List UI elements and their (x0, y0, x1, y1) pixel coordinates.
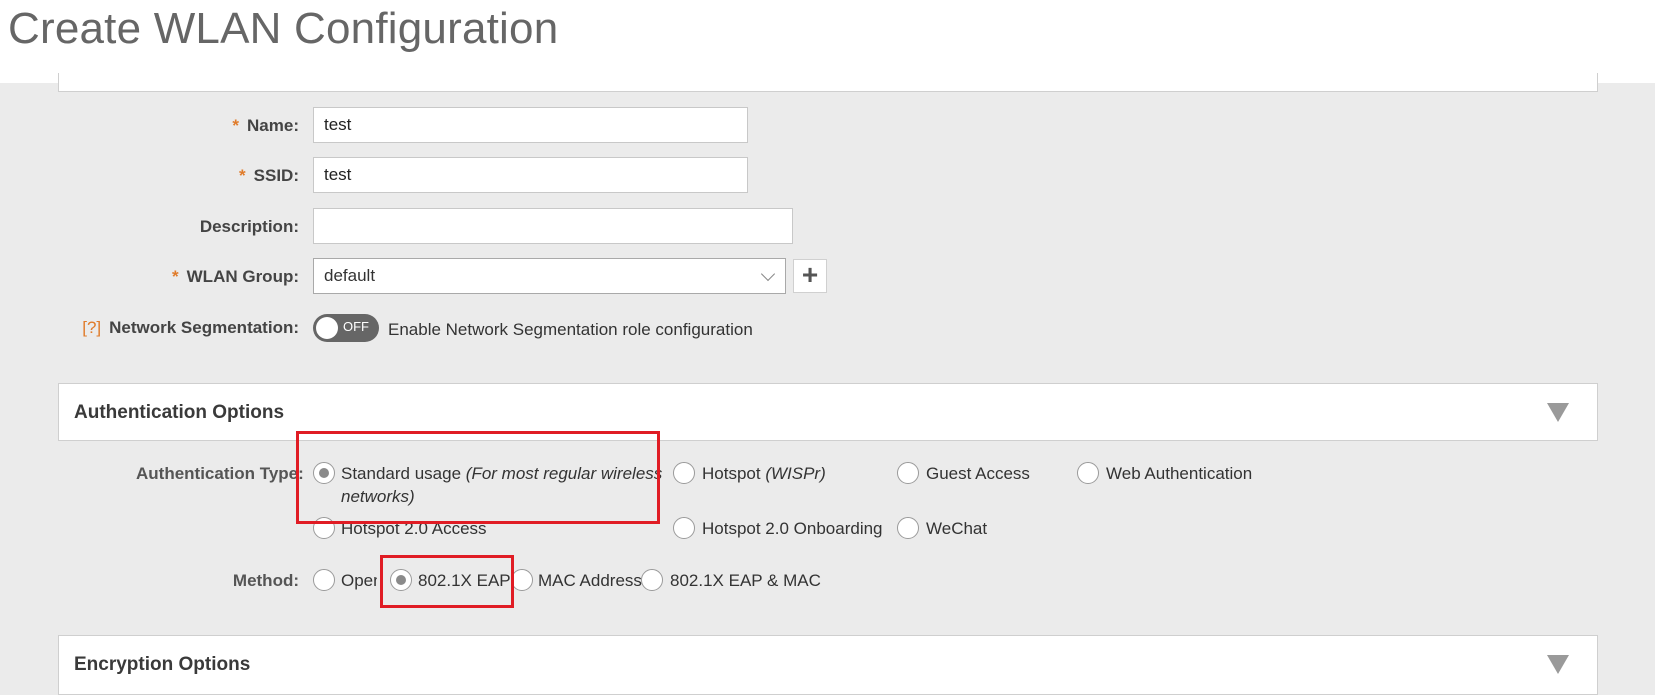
top-panel (58, 73, 1598, 92)
toggle-state: OFF (343, 319, 369, 334)
wlan-group-select[interactable]: default (313, 258, 786, 294)
radio-wechat[interactable] (897, 517, 919, 539)
required-mark: * (172, 267, 179, 286)
description-label: Description: (199, 217, 299, 236)
collapse-arrow-icon[interactable] (1547, 655, 1569, 674)
radio-label-method-8021x-eap-mac: 802.1X EAP & MAC (670, 571, 821, 590)
radio-hotspot[interactable] (673, 462, 695, 484)
radio-label-guest-access: Guest Access (926, 464, 1030, 483)
radio-hotspot-2-onboarding[interactable] (673, 517, 695, 539)
radio-method-open[interactable] (313, 569, 335, 591)
radio-label-hotspot: Hotspot (WISPr) (702, 464, 826, 483)
page-title: Create WLAN Configuration (8, 4, 559, 53)
radio-method-8021x-eap-mac[interactable] (641, 569, 663, 591)
radio-label-web-authentication: Web Authentication (1106, 464, 1253, 483)
radio-web-authentication[interactable] (1077, 462, 1099, 484)
radio-label-method-mac-address: MAC Address (538, 571, 642, 590)
encryption-options-section[interactable]: Encryption Options (58, 635, 1598, 695)
radio-label-hotspot-2-onboarding: Hotspot 2.0 Onboarding (702, 519, 883, 538)
description-input[interactable] (313, 208, 793, 244)
wlan-group-value: default (324, 266, 376, 285)
authentication-options-section[interactable]: Authentication Options (58, 383, 1598, 441)
ssid-label: * SSID: (239, 166, 299, 185)
section-title: Authentication Options (74, 402, 285, 423)
highlight-8021x-eap (380, 555, 514, 608)
radio-guest-access[interactable] (897, 462, 919, 484)
collapse-arrow-icon[interactable] (1547, 403, 1569, 422)
authentication-type-label: Authentication Type: (136, 464, 304, 483)
wlan-group-label: * WLAN Group: (172, 267, 299, 286)
chevron-down-icon (760, 266, 776, 282)
network-segmentation-label: [?] Network Segmentation: (82, 318, 299, 337)
radio-label-method-open: Open (341, 571, 377, 590)
name-input[interactable] (313, 107, 748, 143)
radio-label-wechat: WeChat (926, 519, 988, 538)
add-wlan-group-button[interactable]: + (793, 259, 827, 293)
radio-method-mac-address[interactable] (511, 569, 533, 591)
network-segmentation-toggle[interactable]: OFF (313, 314, 379, 342)
highlight-standard-usage (296, 431, 660, 524)
page-header: Create WLAN Configuration (0, 0, 1655, 83)
method-label: Method: (232, 571, 299, 590)
required-mark: * (239, 166, 246, 185)
ssid-input[interactable] (313, 157, 748, 193)
section-title: Encryption Options (74, 654, 251, 675)
toggle-knob (316, 317, 338, 339)
network-segmentation-description: Enable Network Segmentation role configu… (388, 320, 753, 339)
name-label: * Name: (232, 116, 299, 135)
required-mark: * (232, 116, 240, 135)
help-link[interactable]: [?] (82, 318, 101, 337)
